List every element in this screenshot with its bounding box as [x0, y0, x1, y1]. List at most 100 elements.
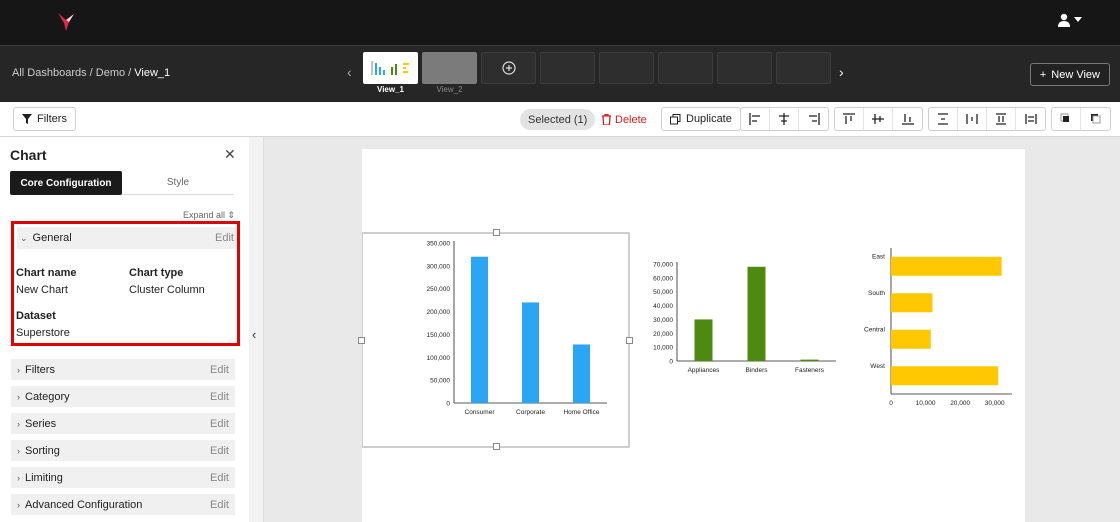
limiting-section[interactable]: › Limiting Edit	[11, 467, 235, 488]
sub-category-column-chart[interactable]: 0 10,000 20,000 30,000 40,000 50,000 60,000 70,…	[653, 262, 836, 375]
view-label-2[interactable]: View_2	[422, 85, 477, 94]
advanced-configuration-section[interactable]: › Advanced Configuration Edit	[11, 494, 235, 515]
chart-config-panel: Chart ✕ Core Configuration Style Expand …	[0, 137, 249, 522]
user-menu[interactable]	[1057, 13, 1082, 27]
bar	[522, 302, 539, 403]
chevron-right-icon: ›	[17, 391, 20, 402]
section-title: Category	[25, 390, 70, 403]
match-width-icon	[1024, 114, 1037, 124]
resize-handle-bottom[interactable]	[493, 443, 500, 450]
dataset-value: Superstore	[16, 327, 70, 339]
duplicate-label: Duplicate	[686, 113, 732, 125]
general-title: General	[32, 232, 72, 244]
view-thumbnail-1[interactable]	[363, 52, 418, 84]
bar	[891, 329, 931, 349]
sort-arrows-icon: ⇕	[227, 210, 236, 220]
distribute-vertical-icon	[938, 113, 948, 125]
panel-collapse-handle[interactable]: ‹	[249, 137, 264, 522]
y-tick-label: 60,000	[653, 275, 673, 282]
section-edit-button[interactable]: Edit	[210, 364, 229, 376]
view-label-1[interactable]: View_1	[363, 85, 418, 94]
distribute-group	[928, 107, 1046, 131]
tab-core-configuration[interactable]: Core Configuration	[10, 171, 122, 195]
align-left-button[interactable]	[741, 108, 770, 130]
top-bar	[0, 0, 1120, 45]
y-tick-label: 0	[669, 359, 673, 366]
align-top-button[interactable]	[835, 108, 864, 130]
y-tick-label: 20,000	[653, 331, 673, 338]
resize-handle-right[interactable]	[626, 337, 633, 344]
series-section[interactable]: › Series Edit	[11, 413, 235, 434]
chevron-right-icon: ›	[17, 364, 20, 375]
breadcrumb-demo[interactable]: Demo	[96, 67, 125, 79]
match-width-button[interactable]	[1016, 108, 1045, 130]
align-right-icon	[808, 113, 820, 125]
align-right-button[interactable]	[799, 108, 828, 130]
align-center-button[interactable]	[770, 108, 799, 130]
selected-count-badge: Selected (1)	[520, 109, 596, 130]
trash-icon	[602, 114, 611, 125]
section-edit-button[interactable]: Edit	[210, 391, 229, 403]
resize-handle-left[interactable]	[358, 337, 365, 344]
tab-style[interactable]: Style	[122, 171, 234, 195]
chart-name-label: Chart name	[16, 267, 77, 279]
app-logo-icon[interactable]	[54, 10, 78, 34]
y-tick-label: Central	[864, 326, 886, 333]
section-title: Series	[25, 417, 57, 430]
dashboard-charts: 0 50,000 100,000 150,000 200,000 250,000 300,0…	[361, 232, 1012, 448]
y-tick-label: 50,000	[430, 378, 450, 385]
view-slot-empty	[776, 52, 831, 84]
duplicate-button[interactable]: Duplicate	[661, 107, 741, 131]
bar	[471, 256, 488, 403]
caret-down-icon	[1074, 17, 1082, 22]
y-tick-label: South	[868, 290, 885, 297]
bring-to-front-button[interactable]	[1052, 108, 1081, 130]
send-to-back-button[interactable]	[1081, 108, 1110, 130]
breadcrumb-all-dashboards[interactable]: All Dashboards	[12, 67, 87, 79]
chevron-right-icon: ›	[17, 445, 20, 456]
match-height-button[interactable]	[987, 108, 1016, 130]
segment-column-chart[interactable]: 0 50,000 100,000 150,000 200,000 250,000 300,0…	[427, 241, 608, 417]
general-section-header[interactable]: ⌄ General Edit	[17, 227, 237, 249]
chevron-right-icon[interactable]: ›	[839, 64, 844, 80]
expand-all-link[interactable]: Expand all ⇕	[183, 210, 235, 221]
add-view-button[interactable]	[481, 52, 536, 84]
region-bar-chart[interactable]: East South Central West 0 10,000 20,000 30,000	[864, 248, 1012, 407]
section-title: Advanced Configuration	[25, 498, 143, 511]
distribute-vertical-button[interactable]	[929, 108, 958, 130]
breadcrumb-separator: /	[86, 67, 96, 79]
category-section[interactable]: › Category Edit	[11, 386, 235, 407]
section-edit-button[interactable]: Edit	[210, 499, 229, 511]
sorting-section[interactable]: › Sorting Edit	[11, 440, 235, 461]
align-top-icon	[843, 113, 855, 124]
y-tick-label: 40,000	[653, 303, 673, 310]
distribute-horizontal-icon	[966, 114, 978, 124]
align-bottom-icon	[901, 114, 914, 125]
chevron-left-icon: ‹	[252, 327, 257, 342]
section-edit-button[interactable]: Edit	[210, 445, 229, 457]
section-edit-button[interactable]: Edit	[210, 472, 229, 484]
view-slot-empty	[717, 52, 772, 84]
distribute-horizontal-button[interactable]	[958, 108, 987, 130]
plus-icon: +	[1039, 68, 1047, 81]
new-view-button[interactable]: + New View	[1029, 63, 1110, 86]
delete-button[interactable]: Delete	[602, 109, 647, 130]
general-edit-button[interactable]: Edit	[215, 232, 234, 244]
filters-button[interactable]: Filters	[13, 107, 76, 131]
bring-to-front-icon	[1060, 113, 1069, 122]
align-middle-button[interactable]	[864, 108, 893, 130]
plus-circle-icon	[501, 61, 516, 75]
horizontal-align-group	[740, 107, 829, 131]
filters-label: Filters	[37, 113, 67, 125]
view-thumbnail-2[interactable]	[422, 52, 477, 84]
y-tick-label: 10,000	[653, 345, 673, 352]
chevron-left-icon[interactable]: ‹	[347, 64, 352, 80]
resize-handle-top[interactable]	[493, 229, 500, 236]
y-tick-label: 250,000	[427, 286, 451, 293]
y-tick-label: West	[870, 363, 885, 370]
close-icon[interactable]: ✕	[224, 146, 236, 163]
dashboard-canvas[interactable]: 0 50,000 100,000 150,000 200,000 250,000 300,0…	[358, 149, 1025, 522]
section-edit-button[interactable]: Edit	[210, 418, 229, 430]
filters-section[interactable]: › Filters Edit	[11, 359, 235, 380]
align-bottom-button[interactable]	[893, 108, 922, 130]
